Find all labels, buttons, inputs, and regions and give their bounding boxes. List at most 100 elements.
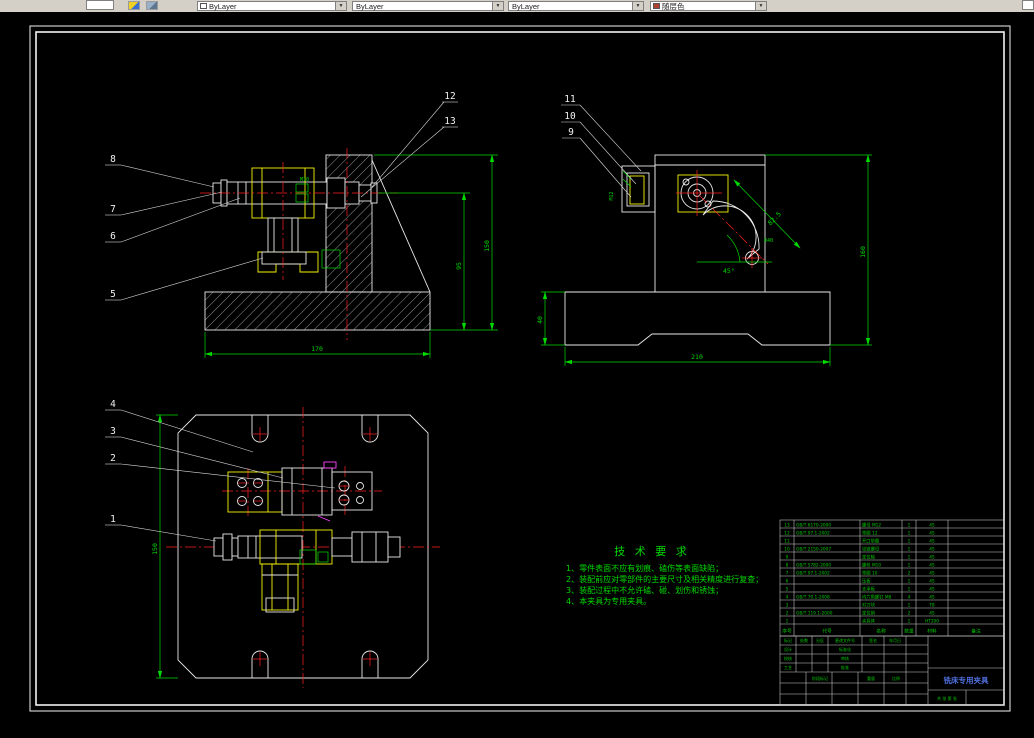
svg-text:对刀块: 对刀块: [862, 602, 876, 609]
docked-panel-edge: [1022, 0, 1034, 10]
bom-row-12: 12 GB/T 97.1-2002 垫圈 12 1 45: [784, 530, 935, 537]
callouts-front-left: 8 7 6 5: [105, 154, 264, 301]
svg-text:螺栓 M10: 螺栓 M10: [862, 562, 881, 569]
svg-text:1: 1: [908, 587, 911, 593]
callout-8: 8: [110, 154, 116, 165]
tb-label-standard: 标准化: [839, 646, 851, 652]
plan-view: 150 4 3 2 1: [105, 399, 440, 688]
svg-text:1: 1: [908, 563, 911, 569]
thread-label-front: M10: [300, 177, 309, 183]
linetype-combo-value: ByLayer: [356, 1, 384, 11]
callouts-plan: 4 3 2 1: [105, 399, 336, 542]
tb-label-doc: 更改文件号: [835, 637, 855, 643]
svg-text:45: 45: [929, 595, 935, 601]
svg-text:45: 45: [929, 547, 935, 553]
tb-label-date: 年月日: [889, 637, 901, 643]
svg-text:1: 1: [908, 547, 911, 553]
chevron-down-icon[interactable]: ▼: [755, 2, 766, 10]
linetype-combo[interactable]: ByLayer ▼: [352, 1, 504, 11]
tb-label-craft: 工艺: [784, 665, 792, 670]
callout-9: 9: [568, 127, 574, 138]
svg-text:压板: 压板: [862, 578, 871, 585]
svg-text:支承板: 支承板: [862, 586, 876, 593]
svg-text:序号: 序号: [782, 628, 792, 635]
color-combo[interactable]: 随层色 ▼: [650, 1, 767, 11]
svg-text:开口垫圈: 开口垫圈: [862, 538, 879, 545]
bom-row-8: 8 GB/T 5782-2000 螺栓 M10 1 45: [786, 562, 935, 569]
callout-12: 12: [444, 91, 455, 102]
front-view: M10 150 95 170 8 7 6 5 12 13: [105, 91, 498, 358]
drawing-canvas[interactable]: M10 150 95 170 8 7 6 5 12 13 M12 45° 82.…: [0, 12, 1034, 738]
callout-1: 1: [110, 514, 116, 525]
top-toolbar: ByLayer ▼ ByLayer ▼ ByLayer ▼ 随层色 ▼: [0, 0, 1034, 12]
svg-text:铰链螺母: 铰链螺母: [862, 546, 880, 553]
layer-combo[interactable]: ByLayer ▼: [197, 1, 347, 11]
thread-label-side: M12: [609, 191, 615, 200]
svg-text:1: 1: [908, 603, 911, 609]
lineweight-combo[interactable]: ByLayer ▼: [508, 1, 644, 11]
svg-text:45: 45: [929, 555, 935, 561]
svg-text:45: 45: [929, 531, 935, 537]
bom-row-10: 10 GB/T 2150-2007 铰链螺母 1 45: [784, 546, 935, 553]
svg-text:45: 45: [929, 523, 935, 529]
dim-side-base: 40: [536, 316, 544, 324]
tb-label-check: 校核: [784, 655, 792, 661]
bom-row-4: 4 GB/T 70.1-2008 内六角螺钉 M8 4 45: [786, 594, 935, 601]
svg-text:1: 1: [908, 531, 911, 537]
svg-text:11: 11: [784, 539, 790, 545]
tb-label-mark: 标记: [784, 637, 792, 643]
bom-header: 序号 代号 名称 数量 材料 备注: [782, 628, 981, 635]
svg-text:夹具体: 夹具体: [862, 618, 876, 625]
svg-text:7: 7: [786, 571, 789, 577]
dim-side-radius: R40: [764, 238, 773, 244]
callouts-side: 11 10 9: [561, 94, 642, 198]
layer-properties-icon[interactable]: [146, 1, 158, 10]
dim-plan-height: 150: [151, 543, 159, 555]
svg-text:定位轴: 定位轴: [862, 554, 875, 561]
dim-side-arm: 82.5: [766, 210, 783, 227]
svg-text:4: 4: [908, 595, 911, 601]
tech-req-line: 2、装配前应对零部件的主要尺寸及相关精度进行复查；: [566, 574, 763, 584]
middle-block-plan: [281, 461, 337, 522]
tb-label-scale: 比例: [892, 675, 900, 681]
svg-text:2: 2: [786, 611, 789, 617]
tech-req-line: 3、装配过程中不允许磕、碰、划伤和锈蚀；: [566, 585, 723, 595]
callouts-front-top: 12 13: [360, 91, 458, 198]
tech-req-line: 1、零件表面不应有划痕、磕伤等表面缺陷；: [566, 563, 723, 573]
color-swatch-icon: [653, 3, 660, 9]
tb-label-weight: 重量: [867, 675, 875, 681]
svg-text:GB/T 70.1-2008: GB/T 70.1-2008: [796, 595, 830, 601]
svg-text:GB/T 5782-2000: GB/T 5782-2000: [796, 563, 831, 569]
svg-text:1: 1: [908, 579, 911, 585]
chevron-down-icon[interactable]: ▼: [335, 2, 346, 10]
svg-text:螺母 M12: 螺母 M12: [862, 522, 881, 529]
callout-3: 3: [110, 426, 116, 437]
svg-text:2: 2: [908, 611, 911, 617]
parts-list: 13 GB/T 6170-2000 螺母 M12 1 45 12 GB/T 97…: [779, 519, 1005, 637]
svg-text:4: 4: [786, 595, 789, 601]
svg-text:定位销: 定位销: [862, 610, 876, 617]
dim-front-height: 150: [483, 240, 491, 252]
svg-text:1: 1: [908, 539, 911, 545]
svg-text:45: 45: [929, 579, 935, 585]
chevron-down-icon[interactable]: ▼: [492, 2, 503, 10]
dimensions-plan: 150: [151, 414, 178, 679]
layers-icon[interactable]: [128, 1, 140, 10]
color-combo-value: 随层色: [662, 1, 685, 11]
bom-row-6: 6 压板 1 45: [786, 578, 935, 585]
tech-requirements: 技 术 要 求 1、零件表面不应有划痕、磕伤等表面缺陷； 2、装配前应对零部件的…: [566, 545, 763, 606]
hinge-boss: [676, 170, 729, 216]
tech-req-line: 4、本夹具为专用夹具。: [566, 596, 651, 606]
swing-arm: [698, 194, 769, 268]
svg-text:45: 45: [929, 539, 935, 545]
svg-text:5: 5: [786, 587, 789, 593]
cad-drawing-area[interactable]: M10 150 95 170 8 7 6 5 12 13 M12 45° 82.…: [0, 12, 1034, 738]
tb-label-zone: 分区: [816, 637, 824, 643]
tb-label-design: 设计: [784, 646, 792, 652]
bom-row-2: 2 GB/T 119.1-2000 定位销 2 45: [786, 610, 935, 617]
svg-text:备注: 备注: [971, 628, 981, 635]
svg-text:数量: 数量: [904, 628, 914, 635]
svg-text:2: 2: [908, 571, 911, 577]
svg-text:GB/T 97.1-2002: GB/T 97.1-2002: [796, 571, 830, 577]
chevron-down-icon[interactable]: ▼: [632, 2, 643, 10]
